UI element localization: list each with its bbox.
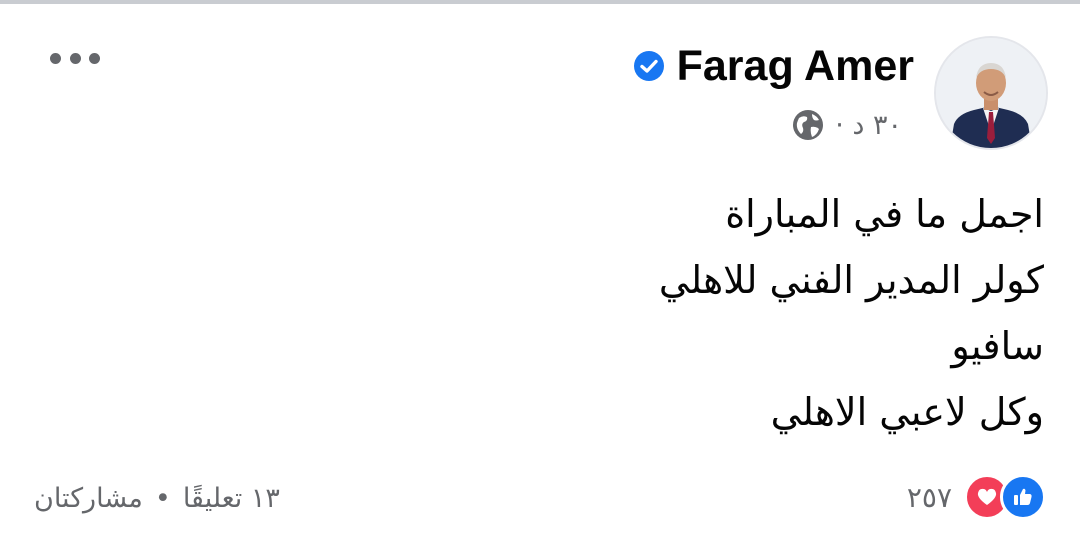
reactions-summary[interactable]: ٢٥٧ (907, 474, 1046, 520)
post-timestamp[interactable]: ٣٠ د · (835, 110, 902, 141)
more-options-button[interactable] (50, 46, 100, 70)
author-header: Farag Amer (633, 38, 914, 94)
shares-count[interactable]: مشاركتان (34, 483, 143, 514)
globe-icon[interactable] (791, 108, 825, 142)
post-text: اجمل ما في المباراة كولر المدير الفني لل… (144, 188, 1044, 452)
reactions-count: ٢٥٧ (906, 480, 952, 514)
more-options-dot (69, 52, 81, 64)
more-options-dot (50, 52, 61, 64)
stats-separator: • (154, 482, 171, 514)
more-options-dot (89, 52, 100, 64)
post-text-line: وكل لاعبي الاهلي (770, 390, 1044, 434)
engagement-stats: مشاركتان • ١٣ تعليقًا (34, 476, 280, 520)
top-divider (0, 0, 1080, 4)
post-text-line: كولر المدير الفني للاهلي (658, 258, 1044, 302)
author-avatar[interactable] (936, 38, 1046, 148)
profile-photo-icon (936, 38, 1046, 148)
post-text-line: سافيو (951, 324, 1044, 368)
like-icon (1000, 474, 1046, 520)
post-text-line: اجمل ما في المباراة (725, 192, 1044, 236)
comments-count[interactable]: ١٣ تعليقًا (183, 483, 280, 514)
verified-badge-icon (633, 51, 664, 81)
post-meta: ٣٠ د · (791, 106, 902, 144)
author-name[interactable]: Farag Amer (677, 42, 914, 91)
